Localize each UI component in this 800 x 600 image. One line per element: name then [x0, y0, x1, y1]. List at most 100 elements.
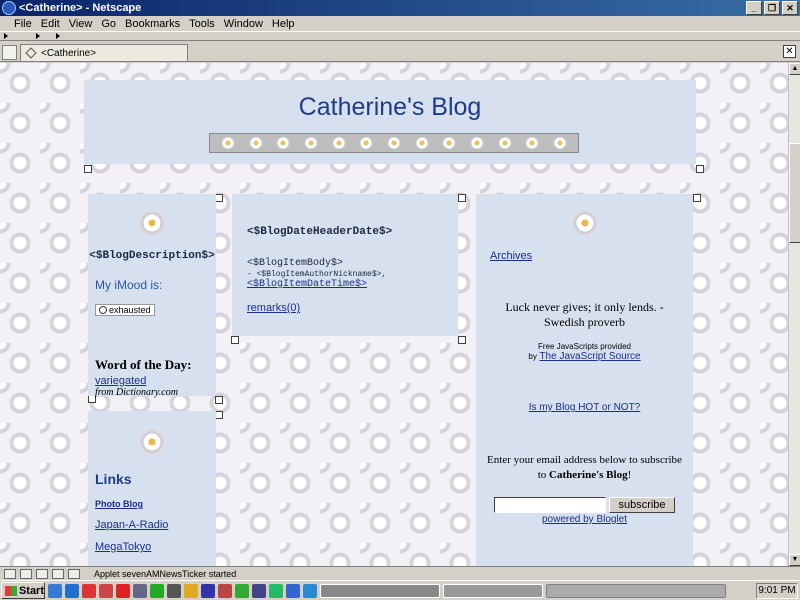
desktop-icon[interactable]: [48, 583, 62, 598]
flower-icon: [276, 137, 291, 149]
expand-toolbar-icon[interactable]: [56, 33, 60, 39]
clock: 9:01 PM: [756, 583, 798, 599]
quicklaunch-icon[interactable]: [99, 583, 113, 598]
flower-icon: [331, 137, 346, 149]
imood-badge[interactable]: exhausted: [95, 304, 155, 316]
vertical-scrollbar[interactable]: ▲ ▼: [788, 63, 800, 566]
archives-link[interactable]: Archives: [490, 250, 693, 262]
flower-icon: [139, 210, 165, 236]
quicklaunch-icon[interactable]: [303, 583, 317, 598]
address-book-icon[interactable]: [52, 568, 64, 579]
taskbar-buttons[interactable]: [443, 583, 543, 598]
flower-banner: [209, 133, 579, 153]
link-megatokyo[interactable]: MegaTokyo: [95, 541, 216, 553]
bloglet-link[interactable]: powered by Bloglet: [476, 514, 693, 525]
window-title: <Catherine> - Netscape: [19, 2, 142, 14]
minimize-button[interactable]: _: [746, 1, 762, 15]
composer-icon[interactable]: [36, 568, 48, 579]
quicklaunch-icon[interactable]: [201, 583, 215, 598]
quicklaunch-icon[interactable]: [150, 583, 164, 598]
layer-handle[interactable]: [215, 194, 223, 202]
subscribe-button[interactable]: subscribe: [609, 497, 675, 513]
flower-icon: [248, 137, 263, 149]
subscribe-blog-name: Catherine's Blog: [549, 469, 628, 481]
close-tab-button[interactable]: ✕: [783, 45, 796, 58]
word-of-the-day-link[interactable]: variegated: [95, 375, 216, 387]
imood-label: My iMood is:: [95, 278, 163, 292]
quicklaunch-icon[interactable]: [235, 583, 249, 598]
javascript-source-link[interactable]: The JavaScript Source: [539, 351, 640, 362]
post-comments-link[interactable]: remarks(0): [247, 302, 458, 314]
internet-explorer-icon[interactable]: [65, 583, 79, 598]
quicklaunch-icon[interactable]: [184, 583, 198, 598]
flower-icon: [359, 137, 374, 149]
menu-view[interactable]: View: [69, 18, 93, 30]
flower-icon: [386, 137, 401, 149]
quicklaunch-icon[interactable]: [252, 583, 266, 598]
system-tray[interactable]: [546, 583, 726, 598]
quicklaunch-icon[interactable]: [218, 583, 232, 598]
quicklaunch-icon[interactable]: [82, 583, 96, 598]
subscribe-form: subscribe: [476, 497, 693, 513]
menu-help[interactable]: Help: [272, 18, 295, 30]
email-field[interactable]: [494, 497, 607, 513]
quicklaunch-icon[interactable]: [133, 583, 147, 598]
scroll-up-icon[interactable]: ▲: [789, 63, 800, 75]
layer-handle[interactable]: [84, 165, 92, 173]
quicklaunch-icon[interactable]: [269, 583, 283, 598]
menu-file[interactable]: File: [14, 18, 32, 30]
netscape-icon: [2, 1, 16, 15]
flower-icon: [139, 429, 165, 455]
menu-window[interactable]: Window: [224, 18, 263, 30]
flower-icon: [553, 137, 568, 149]
layer-handle[interactable]: [215, 411, 223, 419]
menu-bookmarks[interactable]: Bookmarks: [125, 18, 180, 30]
taskbar-buttons[interactable]: [320, 583, 440, 598]
quicklaunch-icon[interactable]: [116, 583, 130, 598]
subscribe-exclamation: !: [627, 469, 632, 481]
flower-icon: [442, 137, 457, 149]
post-body: <$BlogItemBody$>: [247, 258, 344, 269]
mail-icon[interactable]: [20, 568, 32, 579]
expand-toolbar-icon[interactable]: [36, 33, 40, 39]
flower-icon: [303, 137, 318, 149]
post-date-header: <$BlogDateHeaderDate$>: [247, 226, 393, 238]
menu-bar: File Edit View Go Bookmarks Tools Window…: [0, 16, 800, 31]
start-button[interactable]: Start: [1, 582, 45, 599]
flower-icon: [220, 137, 235, 149]
quicklaunch-icon[interactable]: [286, 583, 300, 598]
post-author: - <$BlogItemAuthorNickname$>,: [247, 270, 387, 279]
blog-post: <$BlogDateHeaderDate$> <$BlogItemBody$> …: [232, 194, 458, 336]
tab-catherine[interactable]: <Catherine>: [20, 44, 188, 61]
menu-go[interactable]: Go: [101, 18, 116, 30]
new-tab-button[interactable]: [2, 45, 17, 60]
web-page: Catherine's Blog <$BlogDescription$> My …: [0, 63, 788, 566]
navigator-icon[interactable]: [4, 568, 16, 579]
security-icon[interactable]: [68, 568, 80, 579]
scroll-thumb[interactable]: [789, 143, 800, 243]
tab-bar: <Catherine> ✕: [0, 42, 800, 62]
subscribe-text: Enter your email address below to subscr…: [476, 453, 693, 483]
blog-description: <$BlogDescription$>: [89, 250, 215, 262]
collapsed-toolbars[interactable]: [0, 31, 800, 41]
post-permalink[interactable]: <$BlogItemDateTime$>: [247, 279, 458, 290]
menu-tools[interactable]: Tools: [189, 18, 215, 30]
layer-handle[interactable]: [215, 396, 223, 404]
close-window-button[interactable]: ✕: [782, 1, 798, 15]
expand-toolbar-icon[interactable]: [4, 33, 8, 39]
restore-button[interactable]: ❐: [764, 1, 780, 15]
layer-handle[interactable]: [231, 336, 239, 344]
link-japan-a-radio[interactable]: Japan-A-Radio: [95, 519, 216, 531]
hot-or-not-link[interactable]: Is my Blog HOT or NOT?: [476, 402, 693, 413]
menu-edit[interactable]: Edit: [41, 18, 60, 30]
links-title: Links: [95, 471, 132, 487]
sidebar-links: Links Photo Blog Japan-A-Radio MegaTokyo: [88, 411, 216, 566]
layer-handle[interactable]: [696, 165, 704, 173]
layer-handle[interactable]: [458, 194, 466, 202]
status-bar: Applet sevenAMNewsTicker started: [0, 566, 800, 580]
scroll-down-icon[interactable]: ▼: [789, 554, 800, 566]
quicklaunch-icon[interactable]: [167, 583, 181, 598]
layer-handle[interactable]: [458, 336, 466, 344]
link-photo-blog[interactable]: Photo Blog: [95, 499, 216, 509]
layer-handle[interactable]: [693, 194, 701, 202]
